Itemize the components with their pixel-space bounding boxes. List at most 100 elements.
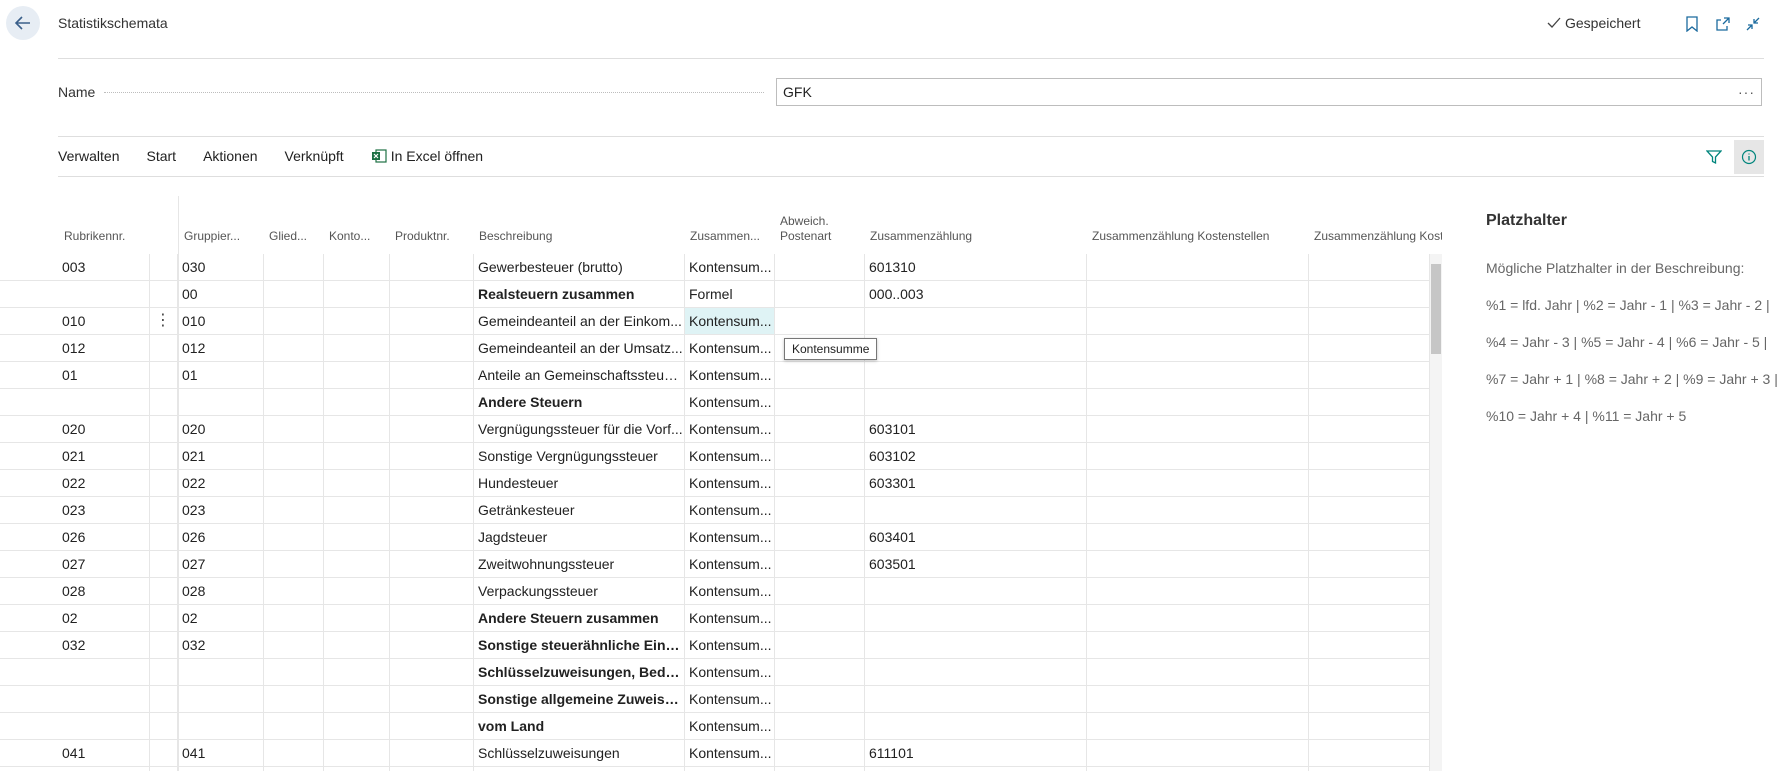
cell-rubrik[interactable]: 021 — [58, 443, 150, 469]
cell-summe[interactable]: 603102 — [865, 443, 1087, 469]
cell-empty[interactable] — [390, 551, 474, 577]
cell-rubrik[interactable]: 01 — [58, 362, 150, 388]
cell-zusammen[interactable]: Kontensum... — [685, 659, 775, 685]
cell-empty[interactable] — [775, 497, 865, 523]
cell-empty[interactable] — [150, 578, 178, 604]
cell-gruppier[interactable]: 010 — [178, 308, 264, 334]
cell-empty[interactable] — [264, 335, 324, 361]
cell-empty[interactable] — [324, 524, 390, 550]
cell-empty[interactable] — [1309, 389, 1430, 415]
cell-empty[interactable] — [150, 470, 178, 496]
cell-empty[interactable] — [324, 551, 390, 577]
cell-empty[interactable] — [775, 551, 865, 577]
cell-rubrik[interactable] — [58, 281, 150, 307]
cell-empty[interactable] — [390, 470, 474, 496]
cell-zusammen[interactable]: Kontensum... — [685, 308, 775, 334]
cell-empty[interactable] — [390, 659, 474, 685]
cell-empty[interactable] — [150, 659, 178, 685]
cell-empty[interactable] — [1309, 686, 1430, 712]
cell-zusammen[interactable]: Kontensum... — [685, 578, 775, 604]
cell-empty[interactable] — [150, 605, 178, 631]
cell-empty[interactable] — [775, 524, 865, 550]
cell-empty[interactable] — [775, 470, 865, 496]
cell-empty[interactable] — [390, 416, 474, 442]
cell-summe[interactable]: 000..003 — [865, 281, 1087, 307]
table-row[interactable]: 010 010 Gemeindeanteil an der Einkom... Kon… — [0, 308, 1430, 335]
cell-empty[interactable] — [324, 443, 390, 469]
back-button[interactable] — [6, 6, 40, 40]
cell-empty[interactable] — [390, 524, 474, 550]
cell-summe[interactable] — [865, 308, 1087, 334]
cell-empty[interactable] — [775, 740, 865, 766]
cell-zusammen[interactable]: Kontensum... — [685, 632, 775, 658]
table-row[interactable]: Schlüsselzuweisungen, Bedar... Kontensum.… — [0, 659, 1430, 686]
cell-beschreibung[interactable]: Verpackungssteuer — [474, 578, 685, 604]
menu-verknuepft[interactable]: Verknüpft — [285, 148, 344, 164]
cell-summe[interactable]: 603301 — [865, 470, 1087, 496]
cell-rubrik[interactable]: 010 — [58, 308, 150, 334]
info-pane-button[interactable] — [1734, 140, 1764, 174]
cell-empty[interactable] — [390, 713, 474, 739]
cell-empty[interactable] — [1309, 551, 1430, 577]
cell-empty[interactable] — [264, 632, 324, 658]
cell-empty[interactable] — [1087, 578, 1309, 604]
cell-empty[interactable] — [264, 605, 324, 631]
cell-rubrik[interactable]: 032 — [58, 632, 150, 658]
cell-empty[interactable] — [264, 686, 324, 712]
cell-gruppier[interactable]: 020 — [178, 416, 264, 442]
cell-summe[interactable]: 612101 — [865, 767, 1087, 771]
open-in-excel-button[interactable]: In Excel öffnen — [371, 148, 483, 164]
cell-empty[interactable] — [775, 254, 865, 280]
cell-zusammen[interactable]: Kontensum... — [685, 605, 775, 631]
table-row[interactable]: 021 021 Sonstige Vergnügungssteuer Kontensu… — [0, 443, 1430, 470]
cell-empty[interactable] — [324, 686, 390, 712]
cell-empty[interactable] — [390, 632, 474, 658]
cell-gruppier[interactable] — [178, 686, 264, 712]
cell-gruppier[interactable] — [178, 713, 264, 739]
cell-empty[interactable] — [1087, 389, 1309, 415]
table-row[interactable]: 02 02 Andere Steuern zusammen Kontensum... — [0, 605, 1430, 632]
cell-empty[interactable] — [390, 335, 474, 361]
cell-gruppier[interactable]: 051 — [178, 767, 264, 771]
cell-empty[interactable] — [1309, 335, 1430, 361]
cell-empty[interactable] — [1087, 497, 1309, 523]
cell-empty[interactable] — [150, 443, 178, 469]
cell-empty[interactable] — [150, 524, 178, 550]
grid-scrollbar[interactable] — [1430, 254, 1442, 771]
cell-empty[interactable] — [1087, 524, 1309, 550]
cell-rubrik[interactable]: 023 — [58, 497, 150, 523]
cell-beschreibung[interactable]: Andere Steuern zusammen — [474, 605, 685, 631]
cell-summe[interactable] — [865, 632, 1087, 658]
cell-empty[interactable] — [150, 497, 178, 523]
cell-empty[interactable] — [775, 713, 865, 739]
cell-empty[interactable] — [150, 632, 178, 658]
cell-rubrik[interactable] — [58, 389, 150, 415]
cell-empty[interactable] — [150, 254, 178, 280]
cell-empty[interactable] — [390, 254, 474, 280]
column-header-rubrikennr[interactable]: Rubrikennr. — [64, 229, 125, 244]
grid-scrollbar-thumb[interactable] — [1431, 264, 1441, 354]
cell-rubrik[interactable]: 022 — [58, 470, 150, 496]
cell-beschreibung[interactable]: vom Land — [474, 713, 685, 739]
cell-empty[interactable] — [390, 443, 474, 469]
cell-empty[interactable] — [775, 767, 865, 771]
cell-beschreibung[interactable]: Sonstige Vergnügungssteuer — [474, 443, 685, 469]
cell-empty[interactable] — [264, 443, 324, 469]
cell-rubrik[interactable]: 020 — [58, 416, 150, 442]
cell-empty[interactable] — [324, 740, 390, 766]
cell-empty[interactable] — [775, 416, 865, 442]
cell-summe[interactable]: 611101 — [865, 740, 1087, 766]
cell-empty[interactable] — [324, 497, 390, 523]
cell-empty[interactable] — [324, 578, 390, 604]
cell-empty[interactable] — [1087, 605, 1309, 631]
cell-summe[interactable] — [865, 659, 1087, 685]
cell-empty[interactable] — [1309, 713, 1430, 739]
cell-zusammen[interactable]: Kontensum... — [685, 254, 775, 280]
cell-zusammen[interactable]: Kontensum... — [685, 740, 775, 766]
cell-empty[interactable] — [775, 659, 865, 685]
cell-rubrik[interactable] — [58, 713, 150, 739]
cell-empty[interactable] — [390, 578, 474, 604]
cell-gruppier[interactable]: 030 — [178, 254, 264, 280]
cell-gruppier[interactable]: 022 — [178, 470, 264, 496]
cell-empty[interactable] — [1087, 551, 1309, 577]
